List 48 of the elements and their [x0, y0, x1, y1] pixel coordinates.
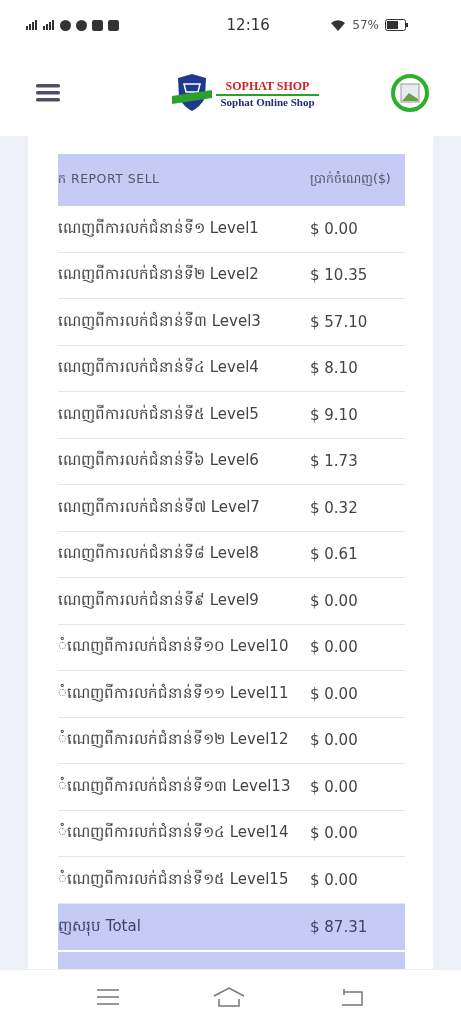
status-time: 12:16	[226, 16, 270, 34]
table-cell: $ 0.00	[310, 638, 358, 657]
brand-name: SOPHAT SHOP	[215, 78, 320, 96]
wifi-icon	[330, 19, 347, 31]
signal-icon	[43, 20, 55, 30]
table-cell: $ 0.32	[310, 498, 358, 517]
battery-percent: 57%	[352, 18, 379, 32]
table-cell-text: ណេញពីការលក់ជំនាន់ទី១ Level1	[58, 217, 260, 239]
table-cell-text: ណេញពីការលក់ជំនាន់ទី៨ Level8	[58, 543, 260, 565]
column-header: ក REPORT SELL	[58, 171, 161, 188]
menu-button[interactable]	[36, 84, 60, 102]
table-cell-text: ំណេញពីការលក់ជំនាន់ទី១៥ Level15	[58, 868, 290, 890]
table-cell-text: ំណេញពីការលក់ជំនាន់ទី១០ Level10	[58, 636, 290, 658]
column-header: ប្រាក់ចំណេញ($)	[310, 171, 391, 188]
table-cell: $ 1.73	[310, 452, 358, 471]
table-cell-text: ំណេញពីការលក់ជំនាន់ទី១៣ Level13	[58, 775, 292, 797]
table-cell: $ 87.31	[310, 917, 368, 936]
signal-icon	[26, 20, 38, 30]
table-cell-text: ណេញពីការលក់ជំនាន់ទី៩ Level9	[58, 589, 260, 611]
table-cell: $ 10.35	[310, 266, 368, 285]
table-cell-text: ណេញពីការលក់ជំនាន់ទី៥ Level5	[58, 403, 260, 425]
table-cell: $ 8.10	[310, 359, 358, 378]
table-cell: $ 57.10	[310, 312, 368, 331]
table-cell-text: ំណេញពីការលក់ជំនាន់ទី១១ Level11	[58, 682, 290, 704]
brand-subtitle: Sophat Online Shop	[220, 95, 315, 108]
table-cell-text: ណេញពីការលក់ជំនាន់ទី៤ Level4	[58, 357, 260, 379]
table-cell: $ 0.00	[310, 777, 358, 796]
back-icon	[339, 988, 364, 1006]
table-cell-text: ណេញពីការលក់ជំនាន់ទី៣ Level3	[58, 310, 262, 332]
table-cell-text: ំណេញពីការលក់ជំនាន់ទី១៤ Level14	[58, 822, 290, 844]
table-cell-text: ណេញពីការលក់ជំនាន់ទី២ Level2	[58, 264, 260, 286]
table-cell: $ 9.10	[310, 405, 358, 424]
table-cell-text: ញសរុប Total	[58, 915, 142, 938]
battery-icon	[385, 19, 409, 31]
table-cell: $ 0.00	[310, 684, 358, 703]
table-cell: $ 0.00	[310, 824, 358, 843]
table-cell-text: ណេញពីការលក់ជំនាន់ទី៦ Level6	[58, 450, 260, 472]
table-cell: $ 0.00	[310, 591, 358, 610]
table-cell: $ 0.61	[310, 545, 358, 564]
menu-icon	[36, 84, 60, 102]
home-icon	[213, 987, 246, 1007]
menu-icon	[97, 989, 120, 1005]
table-cell: $ 0.00	[310, 219, 358, 238]
profile-button[interactable]	[391, 74, 429, 112]
table-cell: $ 0.00	[310, 731, 358, 750]
table-cell-text: ំណេញពីការលក់ជំនាន់ទី១២ Level12	[58, 729, 290, 751]
table-cell: $ 0.00	[310, 870, 358, 889]
table-cell-text: ណេញពីការលក់ជំនាន់ទី៧ Level7	[58, 496, 261, 518]
